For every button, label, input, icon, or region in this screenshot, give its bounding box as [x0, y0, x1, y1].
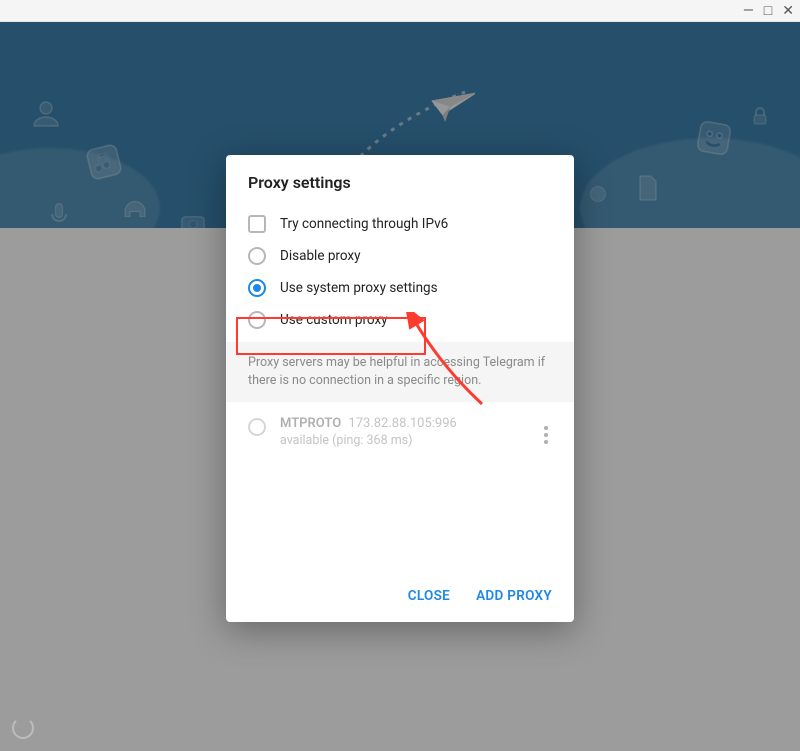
radio-icon [248, 311, 266, 329]
radio-icon [248, 418, 266, 436]
option-custom-proxy[interactable]: Use custom proxy [248, 304, 552, 336]
radio-icon [248, 279, 266, 297]
option-ipv6[interactable]: Try connecting through IPv6 [248, 208, 552, 240]
dialog-title: Proxy settings [226, 155, 574, 204]
close-button[interactable]: CLOSE [408, 588, 450, 604]
proxy-status: available (ping: 368 ms) [280, 433, 526, 448]
proxy-info: MTPROTO 173.82.88.105:996 available (pin… [280, 416, 526, 448]
proxy-protocol: MTPROTO [280, 416, 341, 431]
checkbox-icon [248, 215, 266, 233]
window-close-button[interactable]: ✕ [782, 4, 794, 18]
loading-spinner-icon [12, 717, 34, 739]
proxy-hint-text: Proxy servers may be helpful in accessin… [226, 342, 574, 402]
option-disable-proxy[interactable]: Disable proxy [248, 240, 552, 272]
proxy-list-item[interactable]: MTPROTO 173.82.88.105:996 available (pin… [226, 402, 574, 462]
window-minimize-button[interactable]: — [743, 4, 754, 18]
window-titlebar: — □ ✕ [0, 0, 800, 22]
dialog-actions: CLOSE ADD PROXY [226, 572, 574, 622]
option-label: Try connecting through IPv6 [280, 216, 448, 232]
add-proxy-button[interactable]: ADD PROXY [476, 588, 552, 604]
option-label: Disable proxy [280, 248, 361, 264]
window-maximize-button[interactable]: □ [764, 4, 772, 18]
option-label: Use system proxy settings [280, 280, 438, 296]
proxy-options-group: Try connecting through IPv6 Disable prox… [226, 204, 574, 342]
option-system-proxy[interactable]: Use system proxy settings [248, 272, 552, 304]
radio-icon [248, 247, 266, 265]
kebab-menu-button[interactable] [540, 422, 552, 448]
proxy-settings-dialog: Proxy settings Try connecting through IP… [226, 155, 574, 622]
option-label: Use custom proxy [280, 312, 388, 328]
proxy-address: 173.82.88.105:996 [348, 416, 456, 431]
